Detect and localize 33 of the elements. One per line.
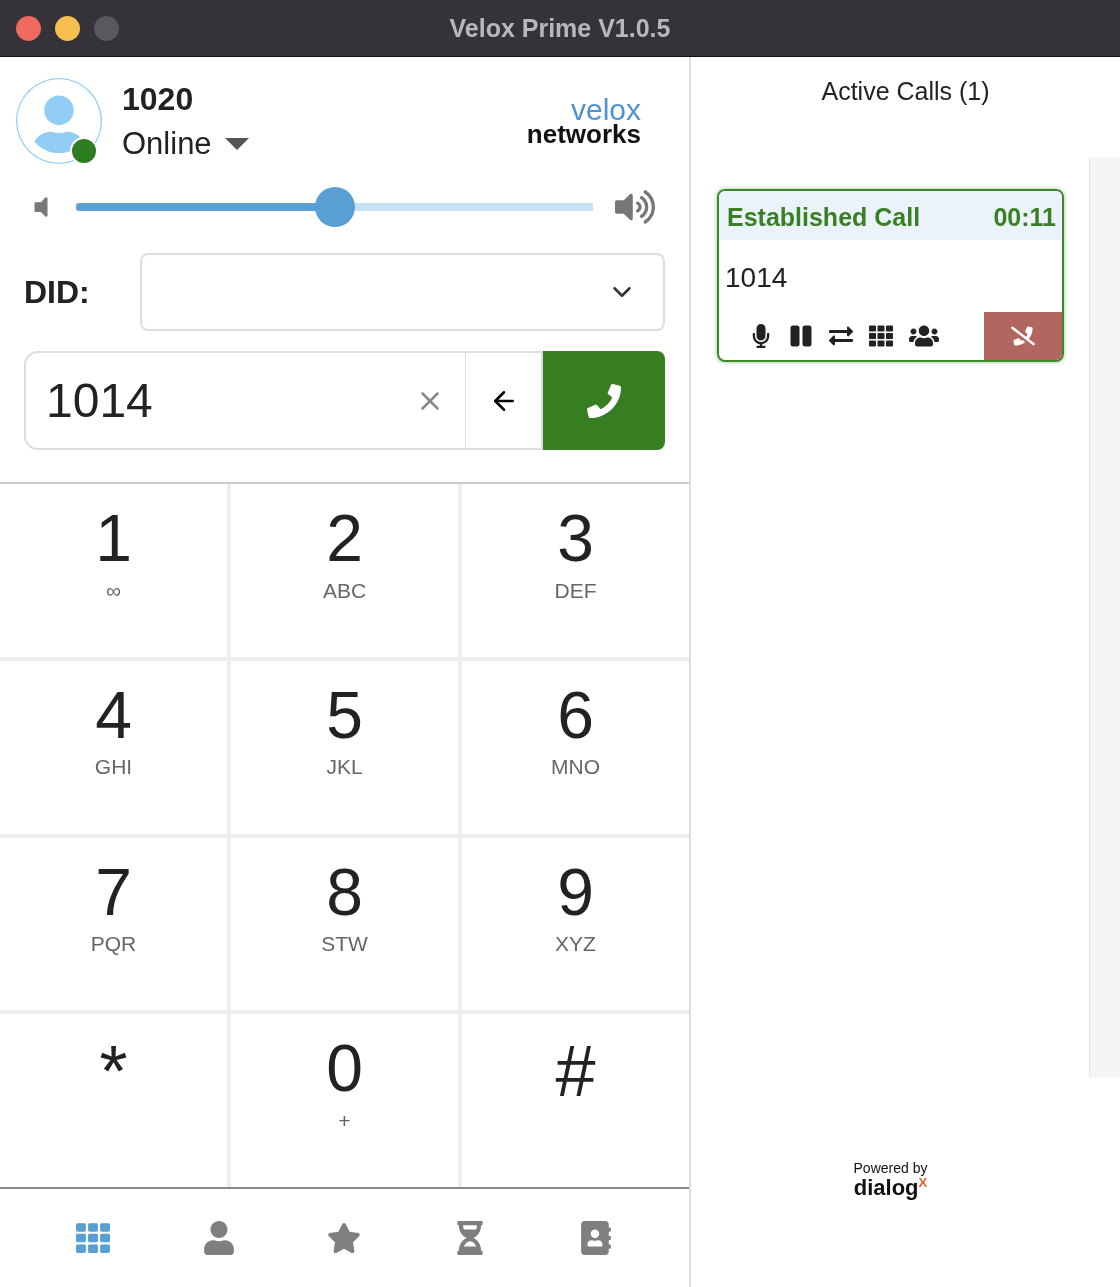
brand-logo-text: dialog$^{X}$ — [853, 1175, 928, 1199]
volume-high-icon — [615, 187, 655, 227]
dial-input-field[interactable]: 1014 — [24, 351, 465, 450]
close-button[interactable] — [16, 15, 41, 41]
keypad-key[interactable]: 4 GHI — [0, 660, 227, 834]
keypad-key[interactable]: 0 + — [231, 1014, 458, 1187]
logo-text: velox — [570, 95, 641, 123]
call-timer: 00:11 — [993, 203, 1056, 232]
keypad-key[interactable]: 3 DEF — [462, 484, 689, 657]
logo-text: networks — [526, 122, 641, 147]
keypad-key[interactable]: 6 MNO — [462, 660, 689, 834]
keypad-key[interactable]: 5 JKL — [231, 660, 458, 834]
minimize-button[interactable] — [55, 15, 80, 41]
keypad-key[interactable]: 7 PQR — [0, 837, 227, 1011]
active-calls-title: Active Calls (1) — [821, 77, 990, 105]
caret-icon — [223, 136, 250, 151]
did-label: DID: — [24, 273, 91, 311]
phone-icon — [587, 383, 621, 418]
status-dropdown[interactable]: Online — [122, 125, 250, 162]
keypad-key[interactable]: 2 ABC — [231, 484, 458, 657]
extension-number: 1020 — [122, 80, 195, 118]
keypad-key[interactable]: 1 ∞ — [0, 484, 227, 657]
keypad-key[interactable]: 9 XYZ — [462, 837, 689, 1011]
phone-slash-icon — [1011, 324, 1035, 348]
powered-by-text: Powered by — [853, 1159, 928, 1176]
call-state: Established Call — [727, 203, 921, 232]
hang-up-button[interactable] — [984, 312, 1062, 360]
keypad-key[interactable]: 8 STW — [231, 837, 458, 1011]
keypad-key[interactable]: * — [0, 1014, 227, 1187]
keypad-key[interactable]: # — [462, 1014, 689, 1187]
window-title: Velox Prime V1.0.5 — [449, 13, 671, 42]
call-number: 1014 — [725, 262, 788, 293]
call-button[interactable] — [543, 351, 665, 450]
